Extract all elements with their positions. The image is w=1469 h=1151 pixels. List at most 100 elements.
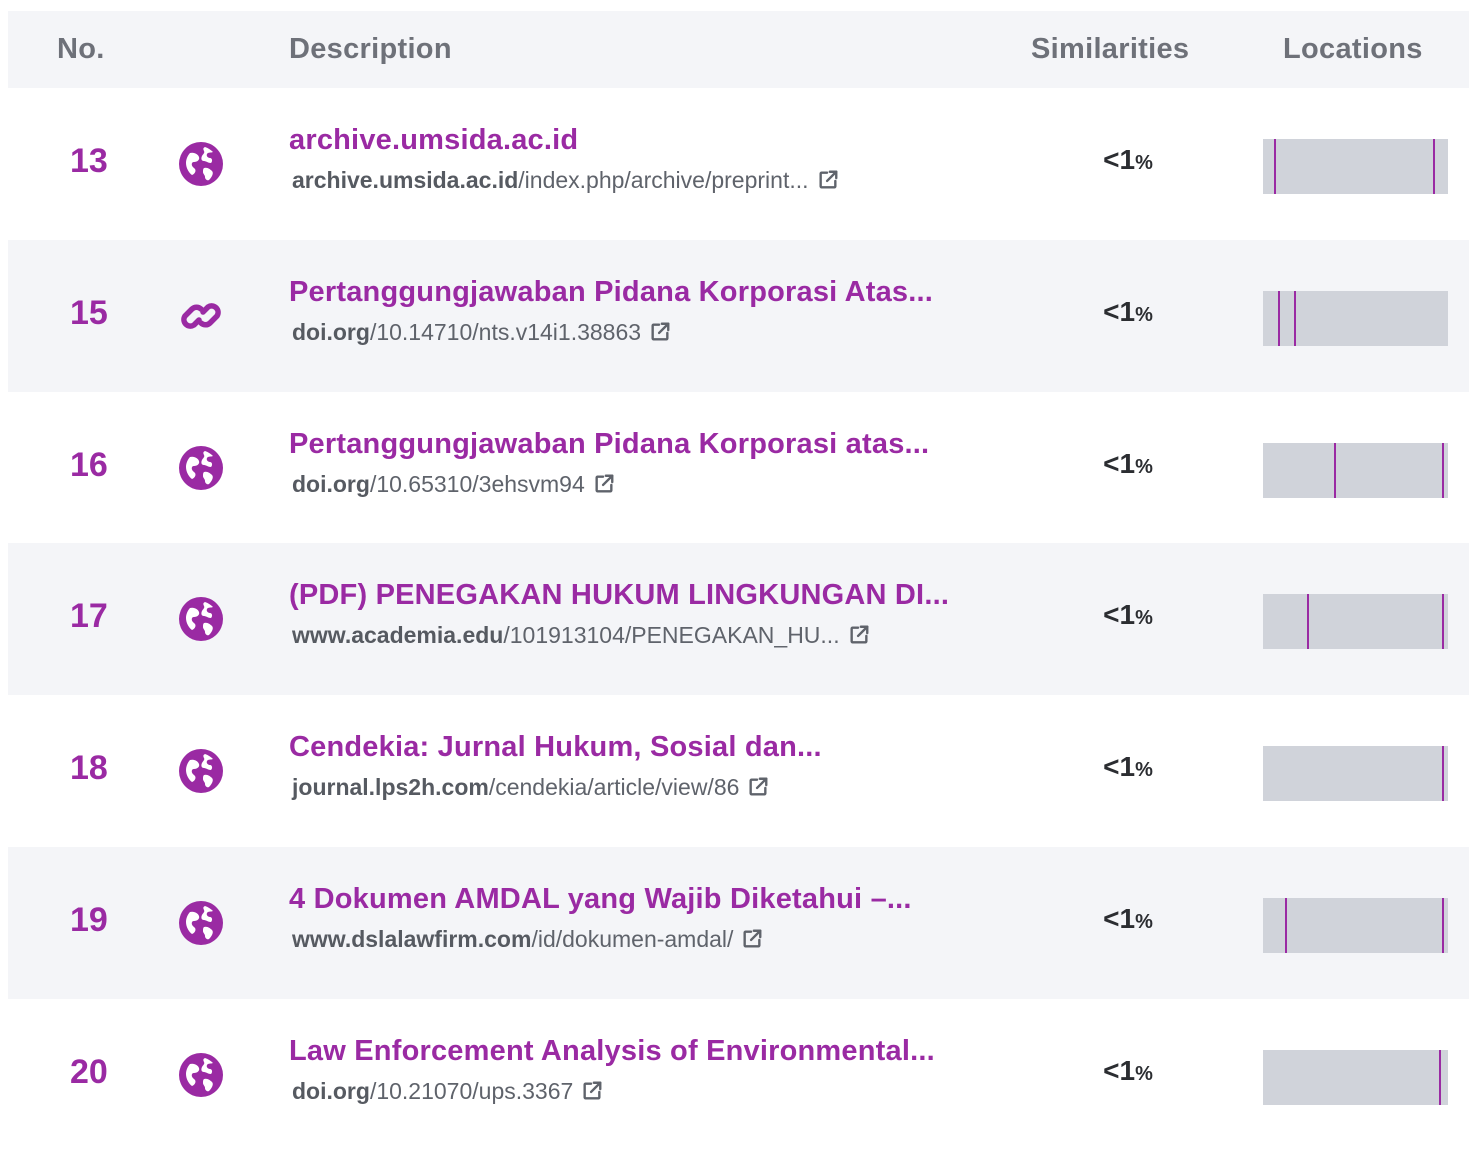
globe-icon <box>178 1052 224 1098</box>
table-row[interactable]: 15 Pertanggungjawaban Pidana Korporasi At… <box>8 240 1469 392</box>
locations-bar[interactable] <box>1263 443 1448 498</box>
location-marker[interactable] <box>1307 594 1309 649</box>
similarity-value: <1% <box>1088 903 1168 935</box>
url-host: doi.org <box>292 1078 370 1104</box>
url-host: www.academia.edu <box>292 622 504 648</box>
source-title-link[interactable]: archive.umsida.ac.id <box>289 124 578 157</box>
location-marker[interactable] <box>1439 1050 1441 1105</box>
row-number: 20 <box>70 1053 108 1091</box>
url-host: journal.lps2h.com <box>292 774 489 800</box>
similarity-number: <1 <box>1103 448 1136 479</box>
column-header-similarities[interactable]: Similarities <box>1031 11 1189 88</box>
column-header-locations: Locations <box>1283 33 1423 65</box>
location-marker[interactable] <box>1442 594 1444 649</box>
url-path: /10.21070/ups.3367 <box>369 1078 574 1104</box>
url-host: doi.org <box>292 319 370 345</box>
external-link-icon[interactable] <box>593 473 615 495</box>
locations-bar[interactable] <box>1263 898 1448 953</box>
location-marker[interactable] <box>1294 291 1296 346</box>
similarity-unit: % <box>1135 456 1153 478</box>
location-marker[interactable] <box>1285 898 1287 953</box>
globe-icon <box>178 141 224 187</box>
similarity-number: <1 <box>1103 903 1136 934</box>
similarity-value: <1% <box>1088 448 1168 480</box>
similarity-unit: % <box>1135 759 1153 781</box>
source-url-link[interactable]: doi.org/10.21070/ups.3367 <box>292 1078 603 1105</box>
external-link-icon[interactable] <box>848 624 870 646</box>
source-url-link[interactable]: archive.umsida.ac.id/index.php/archive/p… <box>292 167 839 194</box>
similarity-number: <1 <box>1103 296 1136 327</box>
source-title-link[interactable]: 4 Dokumen AMDAL yang Wajib Diketahui –..… <box>289 883 912 916</box>
url-path: /cendekia/article/view/86 <box>488 774 740 800</box>
url-path: /index.php/archive/preprint... <box>518 167 809 193</box>
location-marker[interactable] <box>1442 898 1444 953</box>
locations-bar[interactable] <box>1263 139 1448 194</box>
similarity-number: <1 <box>1103 1055 1136 1086</box>
table-row[interactable]: 18 Cendekia: Jurnal Hukum, Sosial dan... j… <box>8 695 1469 847</box>
similarity-value: <1% <box>1088 144 1168 176</box>
table-row[interactable]: 13 archive.umsida.ac.id archive.umsida.ac.… <box>8 88 1469 240</box>
similarity-value: <1% <box>1088 599 1168 631</box>
similarity-unit: % <box>1135 1063 1153 1085</box>
location-marker[interactable] <box>1278 291 1280 346</box>
source-url-link[interactable]: doi.org/10.14710/nts.v14i1.38863 <box>292 319 671 346</box>
row-number: 15 <box>70 294 108 332</box>
link-icon <box>178 293 224 339</box>
url-path: /101913104/PENEGAKAN_HU... <box>503 622 840 648</box>
external-link-icon[interactable] <box>649 321 671 343</box>
similarity-unit: % <box>1135 607 1153 629</box>
row-number: 19 <box>70 901 108 939</box>
similarity-unit: % <box>1135 304 1153 326</box>
similarity-unit: % <box>1135 911 1153 933</box>
row-number: 18 <box>70 749 108 787</box>
column-header-description[interactable]: Description <box>289 11 452 88</box>
url-path: /10.65310/3ehsvm94 <box>369 471 585 497</box>
row-number: 13 <box>70 142 108 180</box>
globe-icon <box>178 900 224 946</box>
similarity-unit: % <box>1135 152 1153 174</box>
url-host: archive.umsida.ac.id <box>292 167 519 193</box>
location-marker[interactable] <box>1334 443 1336 498</box>
globe-icon <box>178 445 224 491</box>
external-link-icon[interactable] <box>581 1080 603 1102</box>
source-title-link[interactable]: Cendekia: Jurnal Hukum, Sosial dan... <box>289 731 822 764</box>
globe-icon <box>178 748 224 794</box>
similarity-value: <1% <box>1088 1055 1168 1087</box>
table-row[interactable]: 16 Pertanggungjawaban Pidana Korporasi at… <box>8 392 1469 544</box>
url-host: doi.org <box>292 471 370 497</box>
external-link-icon[interactable] <box>747 776 769 798</box>
url-path: /id/dokumen-amdal/ <box>531 926 734 952</box>
url-path: /10.14710/nts.v14i1.38863 <box>369 319 642 345</box>
similarity-number: <1 <box>1103 144 1136 175</box>
similarity-number: <1 <box>1103 751 1136 782</box>
source-url-link[interactable]: journal.lps2h.com/cendekia/article/view/… <box>292 774 769 801</box>
row-number: 17 <box>70 597 108 635</box>
locations-bar[interactable] <box>1263 594 1448 649</box>
globe-icon <box>178 596 224 642</box>
source-title-link[interactable]: Law Enforcement Analysis of Environmenta… <box>289 1035 935 1068</box>
similarity-number: <1 <box>1103 599 1136 630</box>
source-title-link[interactable]: Pertanggungjawaban Pidana Korporasi atas… <box>289 428 929 461</box>
url-host: www.dslalawfirm.com <box>292 926 532 952</box>
similarity-value: <1% <box>1088 751 1168 783</box>
table-row[interactable]: 19 4 Dokumen AMDAL yang Wajib Diketahui –… <box>8 847 1469 999</box>
locations-bar[interactable] <box>1263 291 1448 346</box>
table-row[interactable]: 17 (PDF) PENEGAKAN HUKUM LINGKUNGAN DI...… <box>8 543 1469 695</box>
table-row[interactable]: 20 Law Enforcement Analysis of Environmen… <box>8 999 1469 1151</box>
locations-bar[interactable] <box>1263 746 1448 801</box>
external-link-icon[interactable] <box>741 928 763 950</box>
external-link-icon[interactable] <box>817 169 839 191</box>
location-marker[interactable] <box>1442 443 1444 498</box>
similarity-value: <1% <box>1088 296 1168 328</box>
location-marker[interactable] <box>1274 139 1276 194</box>
source-title-link[interactable]: Pertanggungjawaban Pidana Korporasi Atas… <box>289 276 933 309</box>
location-marker[interactable] <box>1433 139 1435 194</box>
source-url-link[interactable]: doi.org/10.65310/3ehsvm94 <box>292 471 615 498</box>
table-header: No. Description Similarities Locations <box>8 11 1469 88</box>
source-url-link[interactable]: www.academia.edu/101913104/PENEGAKAN_HU.… <box>292 622 870 649</box>
locations-bar[interactable] <box>1263 1050 1448 1105</box>
source-url-link[interactable]: www.dslalawfirm.com/id/dokumen-amdal/ <box>292 926 763 953</box>
location-marker[interactable] <box>1442 746 1444 801</box>
row-number: 16 <box>70 446 108 484</box>
source-title-link[interactable]: (PDF) PENEGAKAN HUKUM LINGKUNGAN DI... <box>289 579 949 612</box>
